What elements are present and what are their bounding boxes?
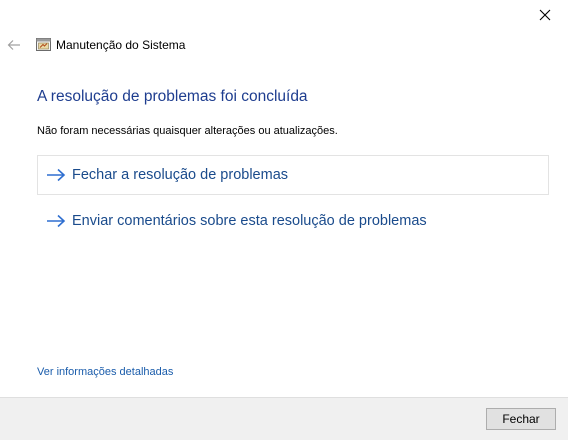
system-maintenance-icon: [36, 38, 51, 51]
close-button[interactable]: Fechar: [486, 408, 556, 430]
back-arrow-icon: [7, 40, 20, 50]
close-icon: [539, 9, 551, 21]
send-feedback-link[interactable]: Enviar comentários sobre esta resolução …: [37, 201, 549, 241]
footer-bar: Fechar: [0, 397, 568, 440]
close-troubleshooting-link[interactable]: Fechar a resolução de problemas: [37, 155, 549, 195]
view-details-link[interactable]: Ver informações detalhadas: [37, 365, 173, 379]
result-description: Não foram necessárias quaisquer alteraçõ…: [37, 125, 338, 137]
arrow-right-icon: [47, 214, 66, 228]
page-heading: A resolução de problemas foi concluída: [37, 88, 308, 105]
back-button[interactable]: [4, 36, 24, 54]
close-troubleshooting-label: Fechar a resolução de problemas: [72, 167, 289, 183]
window-title: Manutenção do Sistema: [56, 38, 186, 52]
arrow-right-icon: [47, 168, 66, 182]
send-feedback-label: Enviar comentários sobre esta resolução …: [72, 213, 427, 229]
window-close-button[interactable]: [522, 0, 568, 30]
